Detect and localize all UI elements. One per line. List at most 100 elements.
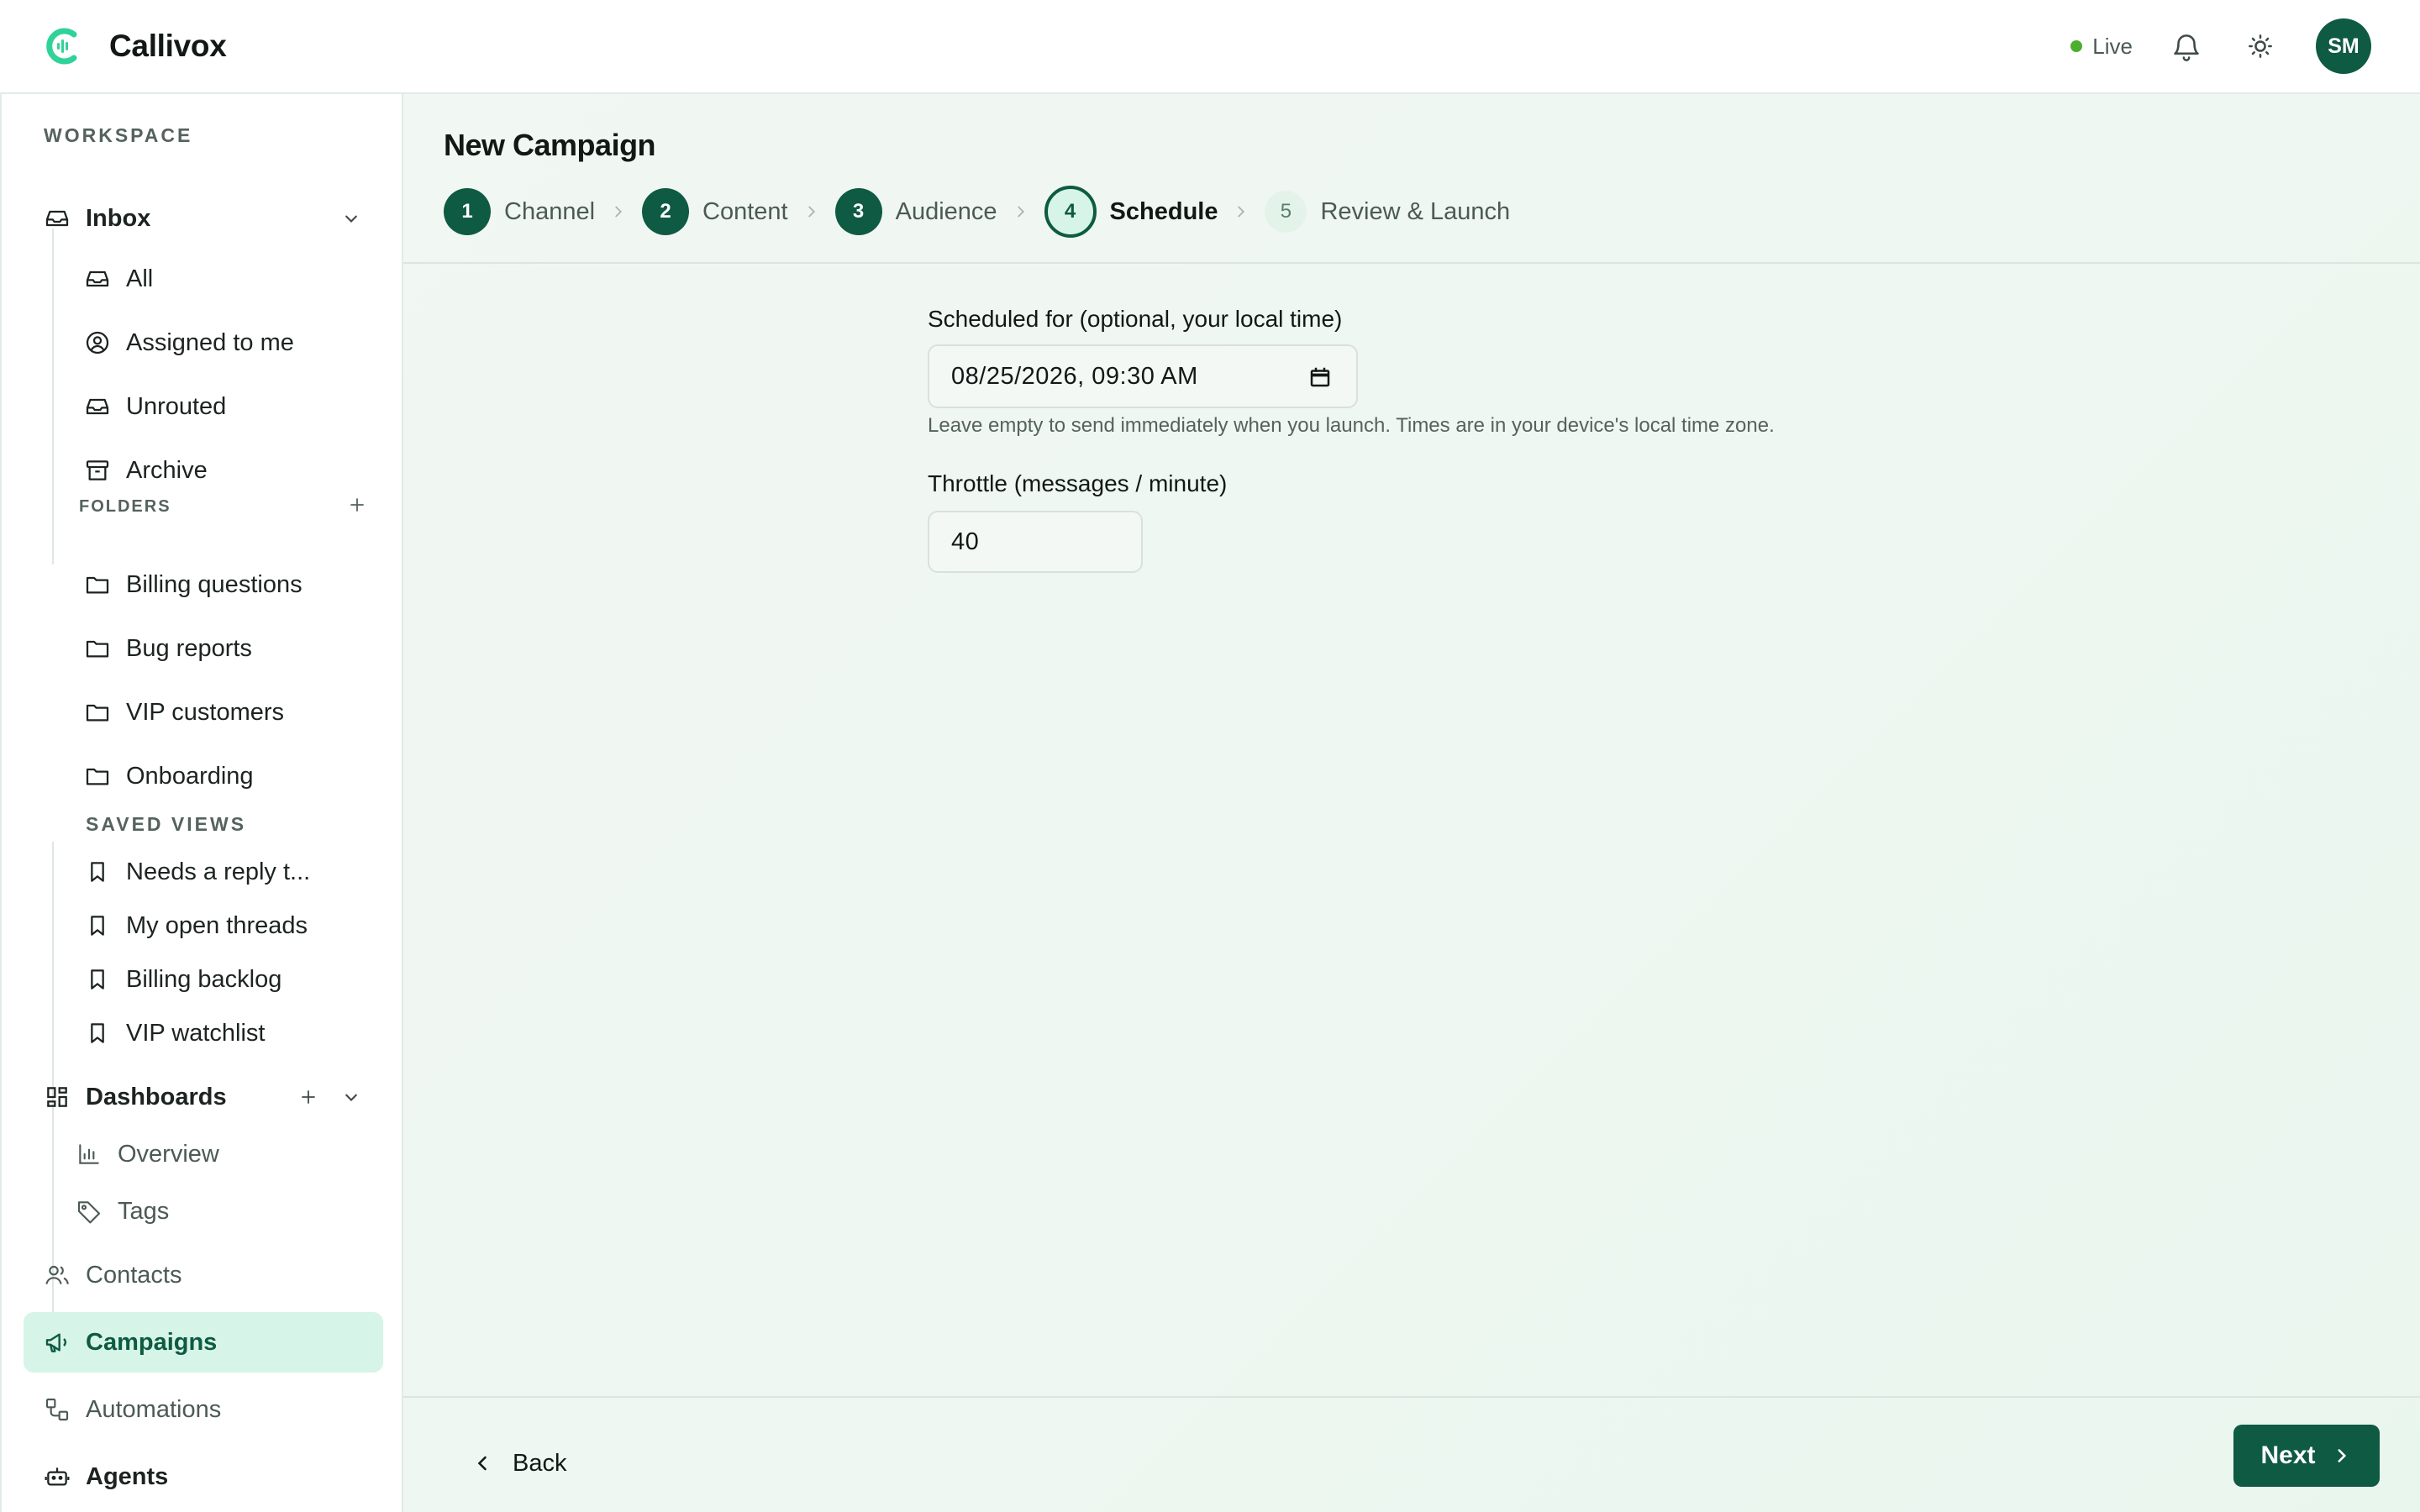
step-audience[interactable]: 3 Audience <box>834 188 997 235</box>
sidebar-item-label: Dashboards <box>86 1083 227 1110</box>
saved-view-vip-watchlist[interactable]: VIP watchlist <box>84 1008 265 1058</box>
sidebar-folder-billing-questions[interactable]: Billing questions <box>84 559 302 610</box>
tag-icon <box>76 1198 103 1225</box>
step-schedule[interactable]: 4 Schedule <box>1044 186 1218 238</box>
sidebar-item-campaigns[interactable]: Campaigns <box>44 1317 217 1368</box>
footer-divider <box>403 1396 2420 1398</box>
chevron-right-icon <box>595 199 642 224</box>
sidebar: WORKSPACE Inbox All Assigned to me Unrou… <box>0 94 403 1512</box>
sidebar-item-label: All <box>126 265 154 292</box>
sidebar-item-label: Needs a reply t... <box>126 858 311 885</box>
scheduled-for-label: Scheduled for (optional, your local time… <box>928 306 1343 332</box>
next-button-label: Next <box>2260 1441 2316 1469</box>
step-number: 2 <box>642 188 690 235</box>
scheduled-for-help-text: Leave empty to send immediately when you… <box>928 414 1775 437</box>
theme-toggle-button[interactable] <box>2242 28 2279 65</box>
sidebar-item-label: Billing questions <box>126 570 302 598</box>
chevron-left-icon <box>477 1456 487 1471</box>
next-button[interactable]: Next <box>2233 1425 2380 1487</box>
saved-view-billing-backlog[interactable]: Billing backlog <box>84 954 281 1005</box>
folder-icon <box>84 699 111 726</box>
plus-icon <box>350 498 364 512</box>
inbox-tree-line <box>52 228 54 564</box>
bell-icon <box>2174 34 2199 61</box>
step-label: Channel <box>504 197 596 225</box>
saved-view-my-open-threads[interactable]: My open threads <box>84 900 308 951</box>
dashboard-grid-icon <box>44 1084 71 1110</box>
sidebar-item-unrouted[interactable]: Unrouted <box>84 381 226 432</box>
sidebar-item-label: Agents <box>86 1462 169 1490</box>
sidebar-item-label: Billing backlog <box>126 965 282 993</box>
scheduled-for-value: 08/25/2026, 09:30 AM <box>951 362 1198 390</box>
sun-icon <box>2249 34 2272 58</box>
sidebar-item-label: Tags <box>118 1197 170 1225</box>
bar-chart-icon <box>76 1141 103 1168</box>
main-content: New Campaign 1 Channel 2 Content 3 Audie… <box>403 94 2420 1512</box>
throttle-label: Throttle (messages / minute) <box>928 470 1228 496</box>
sidebar-item-assigned-to-me[interactable]: Assigned to me <box>84 318 294 368</box>
sidebar-item-label: VIP customers <box>126 698 285 726</box>
sidebar-item-inbox[interactable]: Inbox <box>44 193 150 244</box>
user-circle-icon <box>84 329 111 356</box>
folder-icon <box>84 763 111 790</box>
inbox-collapse-chevron-down-icon[interactable] <box>339 207 363 230</box>
users-icon <box>44 1262 71 1289</box>
step-label: Review & Launch <box>1320 197 1511 225</box>
step-review-launch[interactable]: 5 Review & Launch <box>1265 191 1510 233</box>
chevron-right-icon <box>1218 199 1265 224</box>
inbox-icon <box>84 393 111 420</box>
sidebar-item-archive[interactable]: Archive <box>84 445 208 496</box>
sidebar-folder-onboarding[interactable]: Onboarding <box>84 751 254 801</box>
sidebar-item-contacts[interactable]: Contacts <box>44 1250 182 1300</box>
archive-icon <box>84 457 111 484</box>
add-folder-button[interactable] <box>345 492 370 517</box>
step-number: 4 <box>1044 186 1097 238</box>
step-label: Audience <box>895 197 997 225</box>
notifications-button[interactable] <box>2168 28 2205 65</box>
scheduled-for-datetime-input[interactable]: 08/25/2026, 09:30 AM <box>928 344 1358 408</box>
folder-icon <box>84 571 111 598</box>
chevron-right-icon <box>997 199 1044 224</box>
bookmark-icon <box>84 966 111 993</box>
sidebar-item-dashboards[interactable]: Dashboards <box>44 1072 227 1122</box>
folder-icon <box>84 635 111 662</box>
top-bar: Callivox Live SM <box>0 0 2420 94</box>
sidebar-item-label: Overview <box>118 1140 219 1168</box>
bookmark-icon <box>84 858 111 885</box>
brand[interactable]: Callivox <box>40 24 227 68</box>
callivox-logo-icon <box>46 28 77 65</box>
chevron-right-icon <box>2337 1449 2346 1462</box>
sidebar-item-label: Bug reports <box>126 634 252 662</box>
user-avatar[interactable]: SM <box>2316 18 2371 74</box>
chevron-right-icon <box>788 199 835 224</box>
step-number: 1 <box>444 188 491 235</box>
sidebar-item-automations[interactable]: Automations <box>44 1384 221 1435</box>
back-button-label: Back <box>513 1449 567 1477</box>
sidebar-item-label: Onboarding <box>126 762 254 790</box>
saved-view-needs-reply[interactable]: Needs a reply t... <box>84 847 310 897</box>
header-divider <box>403 262 2420 264</box>
add-dashboard-button[interactable] <box>296 1084 321 1110</box>
campaign-stepper: 1 Channel 2 Content 3 Audience 4 Schedul… <box>444 186 1510 238</box>
step-label: Content <box>702 197 788 225</box>
workspace-section-label: WORKSPACE <box>44 124 193 146</box>
plus-icon <box>302 1090 315 1104</box>
workflow-icon <box>44 1396 71 1423</box>
calendar-icon[interactable] <box>1307 365 1333 390</box>
back-button[interactable]: Back <box>471 1430 566 1497</box>
step-content[interactable]: 2 Content <box>642 188 788 235</box>
dashboards-collapse-chevron-down-icon[interactable] <box>339 1085 363 1109</box>
bookmark-icon <box>84 912 111 939</box>
sidebar-folder-vip-customers[interactable]: VIP customers <box>84 687 284 738</box>
sidebar-folder-bug-reports[interactable]: Bug reports <box>84 623 252 674</box>
throttle-input[interactable]: 40 <box>928 511 1143 573</box>
throttle-value: 40 <box>951 528 980 555</box>
sidebar-item-label: My open threads <box>126 911 308 939</box>
sidebar-item-overview[interactable]: Overview <box>76 1129 219 1179</box>
step-number: 5 <box>1265 191 1307 233</box>
sidebar-item-tags[interactable]: Tags <box>76 1186 169 1236</box>
step-channel[interactable]: 1 Channel <box>444 188 595 235</box>
megaphone-icon <box>44 1329 71 1356</box>
sidebar-item-agents[interactable]: Agents <box>44 1452 168 1502</box>
sidebar-item-all[interactable]: All <box>84 254 153 304</box>
